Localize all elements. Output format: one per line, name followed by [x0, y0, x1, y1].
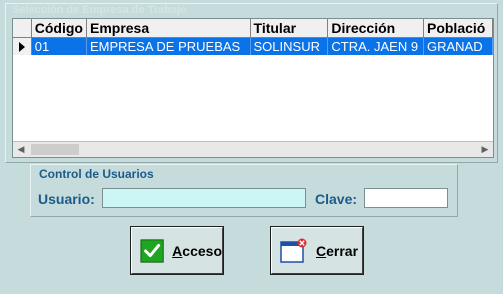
usuarios-group-title: Control de Usuarios	[39, 167, 154, 181]
cell-poblacion[interactable]: GRANAD	[424, 38, 493, 55]
scroll-left-icon[interactable]: ◀	[13, 142, 29, 157]
scroll-track[interactable]	[29, 142, 477, 157]
cerrar-button[interactable]: Cerrar	[270, 226, 364, 275]
grid-header: Código Empresa Titular Dirección Poblaci…	[13, 19, 493, 38]
table-row[interactable]: 01 EMPRESA DE PRUEBAS SOLINSUR CTRA. JAE…	[13, 38, 493, 55]
empresa-group-title: Selección de Empresa de Trabajo	[12, 4, 187, 16]
close-window-icon	[280, 238, 307, 263]
usuario-label: Usuario:	[38, 191, 95, 207]
cerrar-label: Cerrar	[316, 242, 359, 259]
column-header-direccion[interactable]: Dirección	[328, 19, 424, 38]
cell-direccion[interactable]: CTRA. JAEN 9	[328, 38, 424, 55]
acceso-button[interactable]: Acceso	[130, 226, 224, 275]
cell-empresa[interactable]: EMPRESA DE PRUEBAS	[86, 38, 251, 55]
header-indicator	[13, 19, 32, 38]
cell-codigo[interactable]: 01	[31, 38, 87, 55]
row-pointer-icon	[18, 41, 25, 52]
horizontal-scrollbar[interactable]: ◀ ▶	[13, 141, 493, 157]
column-header-titular[interactable]: Titular	[250, 19, 329, 38]
acceso-label: Acceso	[172, 242, 222, 259]
scroll-right-icon[interactable]: ▶	[477, 142, 493, 157]
clave-input[interactable]	[364, 188, 448, 208]
column-header-codigo[interactable]: Código	[31, 19, 87, 38]
column-header-poblacion[interactable]: Població	[423, 19, 493, 38]
cell-titular[interactable]: SOLINSUR	[250, 38, 329, 55]
usuarios-group: Control de Usuarios Usuario: Clave:	[30, 164, 458, 217]
usuario-input[interactable]	[102, 188, 306, 208]
empresa-grid[interactable]: Código Empresa Titular Dirección Poblaci…	[12, 18, 494, 158]
clave-label: Clave:	[315, 191, 358, 207]
column-header-empresa[interactable]: Empresa	[86, 19, 251, 38]
green-check-icon	[140, 238, 164, 263]
row-indicator	[13, 38, 32, 55]
scroll-thumb[interactable]	[31, 144, 79, 155]
